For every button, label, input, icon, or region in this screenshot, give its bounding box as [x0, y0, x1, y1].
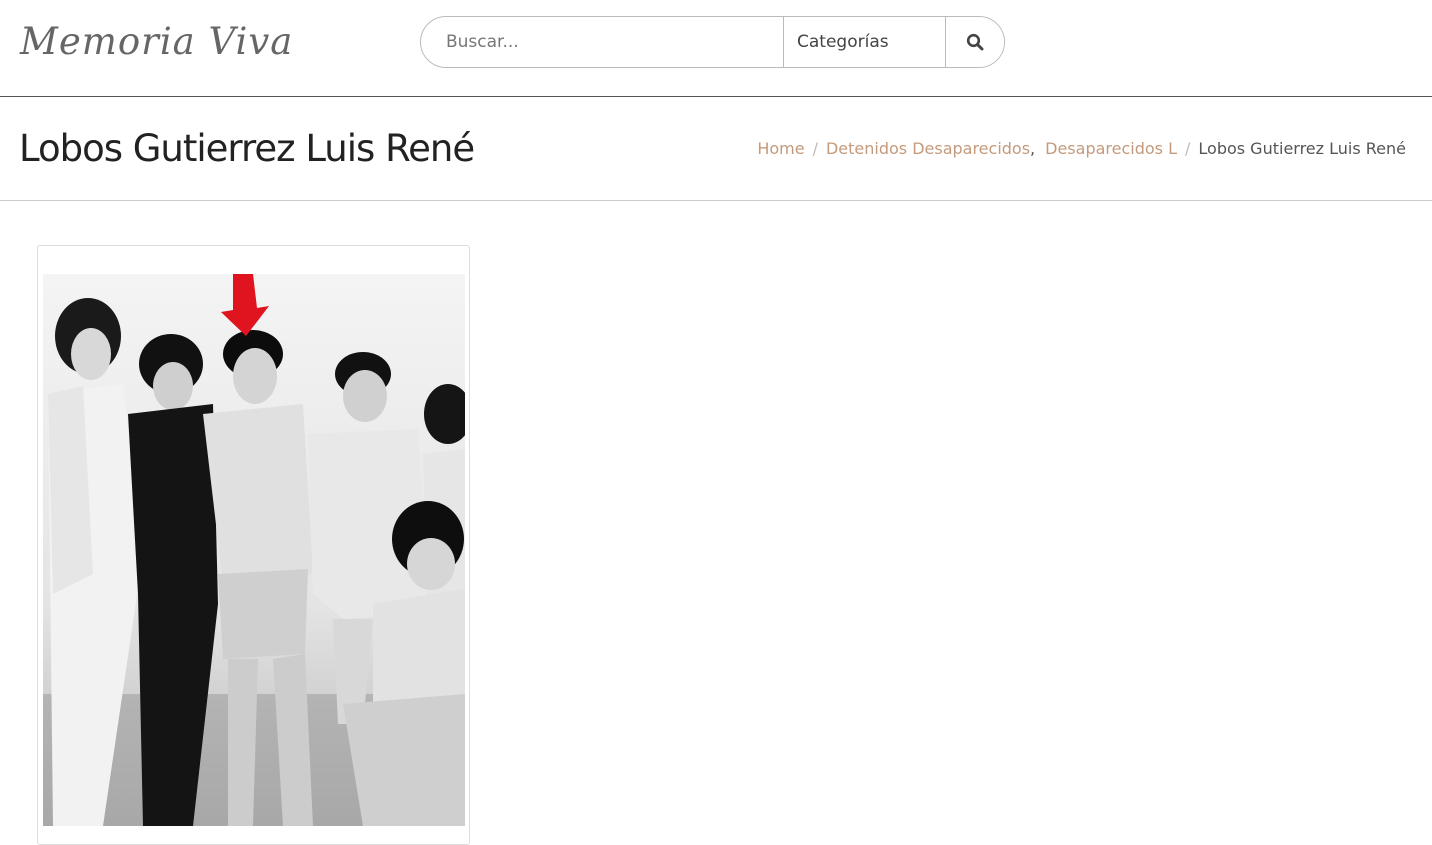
search-button[interactable] [946, 17, 1004, 67]
site-header: Memoria Viva Categorías [0, 0, 1432, 97]
breadcrumb-category-link[interactable]: Desaparecidos L [1045, 139, 1177, 158]
search-bar: Categorías [420, 16, 1005, 68]
search-input[interactable] [421, 17, 783, 67]
breadcrumb-category-link[interactable]: Detenidos Desaparecidos [826, 139, 1030, 158]
site-logo[interactable]: Memoria Viva [20, 14, 293, 70]
breadcrumb-current: Lobos Gutierrez Luis René [1198, 139, 1406, 158]
search-icon [966, 33, 984, 51]
breadcrumb-separator: / [812, 139, 818, 158]
page-title-bar: Lobos Gutierrez Luis René Home / Detenidos… [0, 97, 1432, 201]
photo-icon [43, 274, 465, 826]
breadcrumb-separator: / [1185, 139, 1191, 158]
person-photo[interactable] [43, 274, 465, 826]
category-dropdown[interactable]: Categorías [783, 17, 946, 67]
breadcrumb-comma: , [1030, 139, 1036, 158]
photo-card [37, 245, 470, 845]
breadcrumb: Home / Detenidos Desaparecidos, Desaparecid… [757, 138, 1406, 160]
page-title: Lobos Gutierrez Luis René [19, 127, 475, 170]
breadcrumb-home-link[interactable]: Home [757, 139, 804, 158]
category-dropdown-label: Categorías [797, 32, 889, 52]
